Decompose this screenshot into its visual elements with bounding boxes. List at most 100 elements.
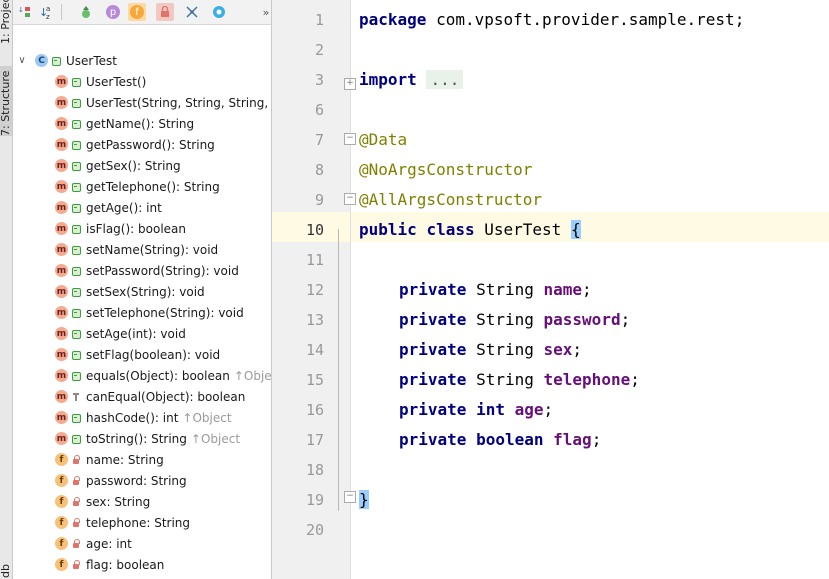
show-fields-icon[interactable]: f <box>128 3 146 21</box>
public-visibility-icon <box>71 224 81 234</box>
tree-item-method[interactable]: m canEqual(Object): boolean <box>55 386 271 407</box>
inherited-from-label: ↑Object <box>182 410 232 425</box>
code-editor[interactable]: package com.vpsoft.provider.sample.rest;… <box>272 0 829 579</box>
public-visibility-icon <box>71 77 81 87</box>
database-tab[interactable]: db <box>0 560 12 578</box>
line-number: 3 <box>314 71 324 89</box>
class-icon: C <box>35 54 48 67</box>
show-properties-icon[interactable]: p <box>104 3 122 21</box>
semicolon: ; <box>572 340 583 359</box>
field-declaration: private String telephone; <box>399 365 640 395</box>
tree-item-method[interactable]: m getAge(): int <box>55 197 271 218</box>
method-icon: m <box>55 138 68 151</box>
field-declaration: private String name; <box>399 275 592 305</box>
tree-item-label: setTelephone(String): void <box>86 305 244 320</box>
tree-item-label: flag: boolean <box>86 557 165 572</box>
more-icon[interactable]: » <box>257 3 271 21</box>
package-visibility-icon <box>71 392 81 402</box>
tree-item-method[interactable]: m getSex(): String <box>55 155 271 176</box>
tree-item-method[interactable]: m setSex(String): void <box>55 281 271 302</box>
tree-item-field[interactable]: f sex: String <box>55 491 271 512</box>
scope-indent-guide <box>338 229 339 511</box>
tree-item-method[interactable]: m getName(): String <box>55 113 271 134</box>
tree-item-method[interactable]: m toString(): String ↑Object <box>55 428 271 449</box>
method-icon: m <box>55 285 68 298</box>
tree-item-method[interactable]: m setPassword(String): void <box>55 260 271 281</box>
public-visibility-icon <box>71 413 81 423</box>
method-icon: m <box>55 180 68 193</box>
class-declaration: public class UserTest { <box>359 215 581 245</box>
tree-item-label: telephone: String <box>86 515 191 530</box>
private-visibility-icon <box>71 496 81 507</box>
show-lambdas-icon[interactable] <box>183 3 201 21</box>
tree-item-field[interactable]: f password: String <box>55 470 271 491</box>
class-keyword: class <box>426 220 475 239</box>
method-icon: m <box>55 432 68 445</box>
private-visibility-icon <box>71 454 81 465</box>
fold-collapse-icon[interactable]: − <box>344 491 356 503</box>
tree-item-method[interactable]: m setName(String): void <box>55 239 271 260</box>
tree-item-field[interactable]: f flag: boolean <box>55 554 271 575</box>
tree-item-label: getName(): String <box>86 116 195 131</box>
line-number: 9 <box>314 191 324 209</box>
autoscroll-icon[interactable] <box>210 3 228 21</box>
show-non-public-icon[interactable] <box>156 3 174 21</box>
public-visibility-icon <box>71 182 81 192</box>
tree-item-method[interactable]: m setFlag(boolean): void <box>55 344 271 365</box>
inherited-from-label: ↑Object <box>190 431 241 446</box>
tree-item-field[interactable]: f telephone: String <box>55 512 271 533</box>
public-keyword: public <box>359 220 417 239</box>
tree-root-usertest[interactable]: ∨ C UserTest <box>15 50 271 71</box>
tree-item-method[interactable]: m UserTest() <box>55 71 271 92</box>
tree-item-method[interactable]: m getTelephone(): String <box>55 176 271 197</box>
tree-item-field[interactable]: f name: String <box>55 449 271 470</box>
line-number: 8 <box>314 161 324 179</box>
line-number: 12 <box>305 281 324 299</box>
field-declaration: private String sex; <box>399 335 582 365</box>
tree-item-method[interactable]: m UserTest(String, String, String, S <box>55 92 271 113</box>
public-visibility-icon <box>71 119 81 129</box>
structure-tab[interactable]: 7: Structure <box>0 66 12 136</box>
tree-item-method[interactable]: m getPassword(): String <box>55 134 271 155</box>
class-closing: } <box>359 485 369 515</box>
project-tab[interactable]: 1: Project <box>0 0 12 44</box>
inherited-from-label: ↑Object <box>233 368 272 383</box>
field-name: sex <box>543 340 573 359</box>
tree-item-method[interactable]: m isFlag(): boolean <box>55 218 271 239</box>
tree-item-method[interactable]: m hashCode(): int ↑Object <box>55 407 271 428</box>
private-keyword: private <box>399 430 467 449</box>
field-name: password <box>543 310 621 329</box>
tree-item-field[interactable]: f age: int <box>55 533 271 554</box>
sort-by-visibility-icon[interactable]: ↓ <box>16 3 34 21</box>
tree-item-label: equals(Object): boolean <box>86 368 230 383</box>
method-icon: m <box>55 243 68 256</box>
sort-alphabetically-icon[interactable]: ↓ a z <box>38 3 56 21</box>
line-number: 6 <box>314 101 324 119</box>
show-inherited-icon[interactable] <box>77 3 95 21</box>
line-number: 18 <box>305 461 324 479</box>
fold-collapse-icon[interactable]: − <box>344 133 356 145</box>
chevron-down-icon[interactable]: ∨ <box>15 55 29 66</box>
public-visibility-icon <box>71 245 81 255</box>
close-brace: } <box>359 490 369 509</box>
tree-item-method[interactable]: m equals(Object): boolean↑Object <box>55 365 271 386</box>
tree-item-method[interactable]: m setAge(int): void <box>55 323 271 344</box>
field-type: String <box>476 370 534 389</box>
method-icon: m <box>55 348 68 361</box>
tree-item-label: getSex(): String <box>86 158 181 173</box>
annotation: @Data <box>359 130 408 149</box>
folded-imports-placeholder[interactable]: ... <box>426 70 464 89</box>
fold-collapse-icon[interactable]: − <box>344 193 356 205</box>
tree-item-label: isFlag(): boolean <box>86 221 186 236</box>
public-visibility-icon <box>71 350 81 360</box>
field-name: telephone <box>543 370 631 389</box>
tree-item-method[interactable]: m setTelephone(String): void <box>55 302 271 323</box>
fold-expand-icon[interactable]: + <box>344 78 356 90</box>
method-icon: m <box>55 306 68 319</box>
line-number: 16 <box>305 401 324 419</box>
